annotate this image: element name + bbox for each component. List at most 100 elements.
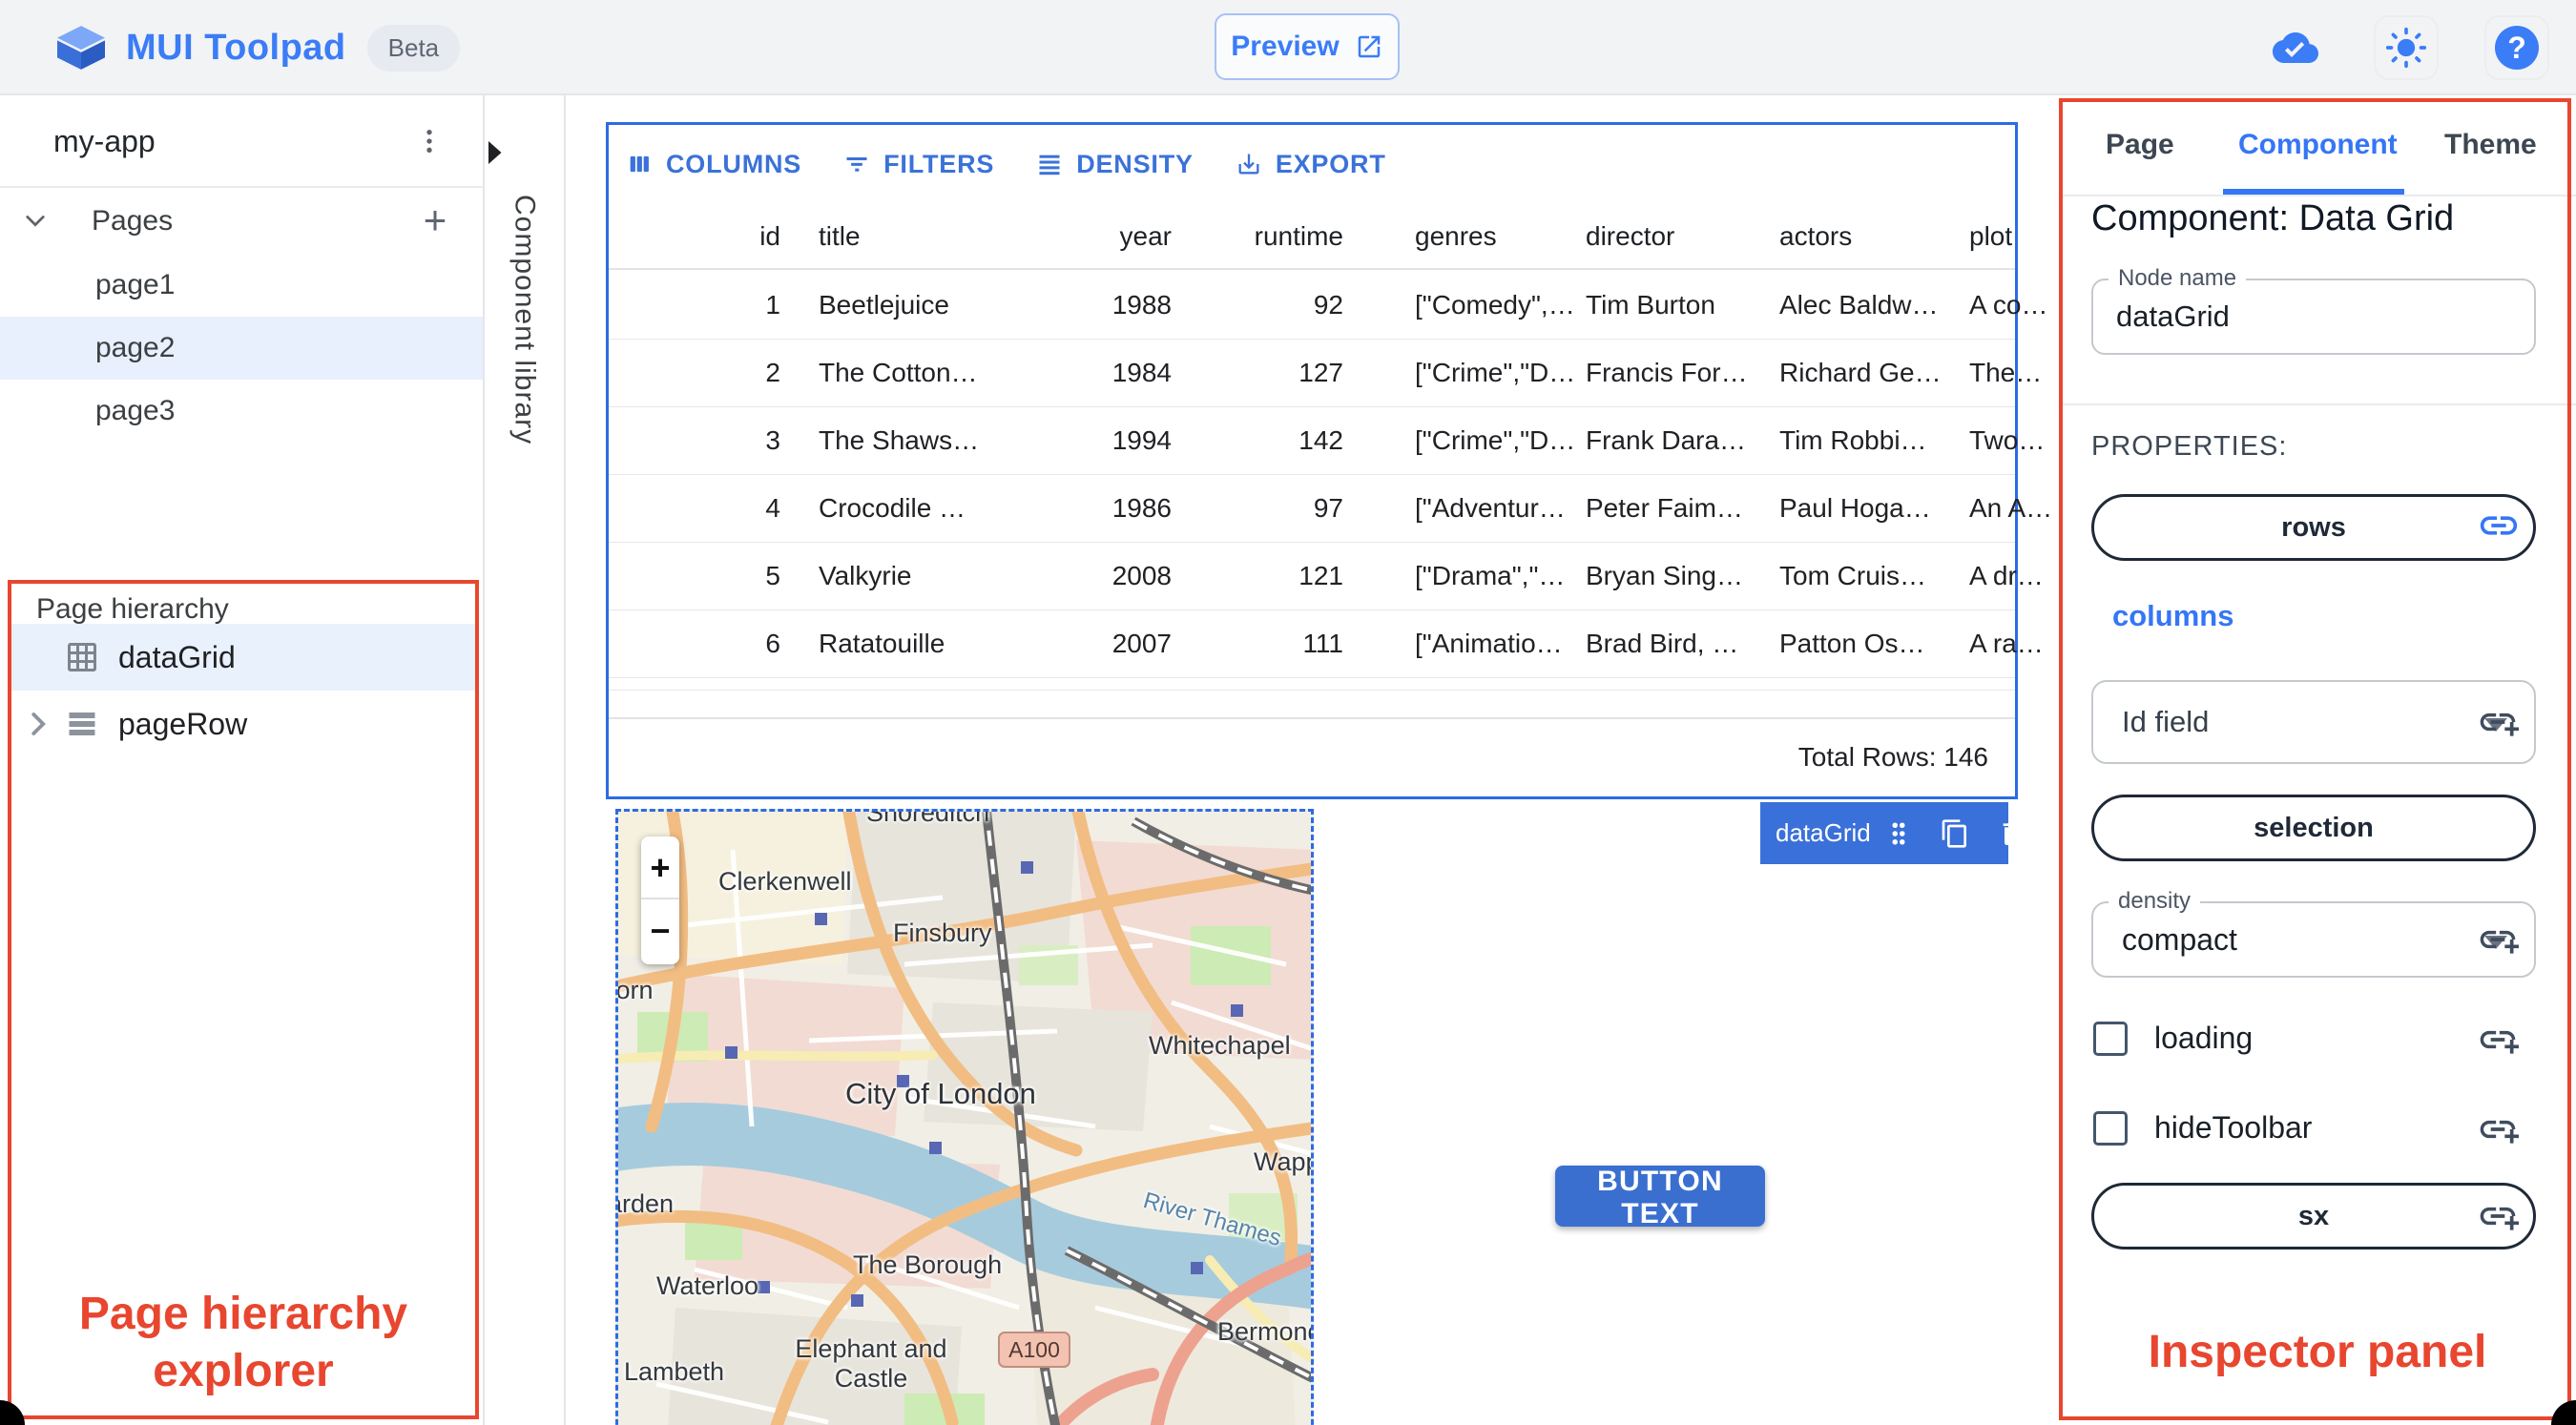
tab-component[interactable]: Component: [2238, 95, 2398, 195]
cell: 1994: [1111, 425, 1172, 455]
data-grid-icon: [65, 640, 99, 674]
density-select[interactable]: density compact: [2091, 888, 2536, 978]
map-label: Shoreditch: [866, 809, 990, 827]
help-button[interactable]: ?: [2484, 15, 2549, 80]
expand-arrow-icon[interactable]: [485, 141, 564, 164]
export-label: EXPORT: [1275, 149, 1386, 178]
table-row[interactable]: 5 Valkyrie 2008 121 ["Drama","… Bryan Sing… To…: [609, 543, 2044, 610]
cell: ["Animatio…: [1415, 629, 1563, 658]
table-row[interactable]: 3 The Shaws… 1994 142 ["Crime","D… Frank Dara…: [609, 407, 2045, 475]
map-label: The Borough: [853, 1250, 1003, 1279]
sidebar-item-page1[interactable]: page1: [0, 254, 483, 317]
hierarchy-item-datagrid[interactable]: dataGrid: [11, 624, 475, 691]
tab-page[interactable]: Page: [2106, 95, 2174, 195]
component-library-label: Component library: [509, 195, 541, 445]
column-header[interactable]: director: [1586, 203, 1765, 270]
app-name-row: my-app: [0, 95, 483, 188]
app-name: my-app: [53, 124, 156, 158]
add-link-icon[interactable]: [2477, 1019, 2519, 1061]
column-header[interactable]: genres: [1415, 203, 1575, 270]
add-link-icon[interactable]: [2477, 1108, 2519, 1150]
map-component[interactable]: Shoreditch Clerkenwell Finsbury Whitecha…: [615, 809, 1314, 1425]
table-row[interactable]: 6 Ratatouille 2007 111 ["Animatio… Brad Bird,…: [609, 610, 2044, 678]
selection-property-button[interactable]: selection: [2091, 795, 2536, 861]
columns-property-link[interactable]: columns: [2112, 599, 2233, 633]
column-header[interactable]: id: [609, 203, 780, 270]
drag-handle-icon[interactable]: [1884, 819, 1913, 848]
sidebar-item-page2[interactable]: page2: [0, 317, 483, 380]
add-link-icon[interactable]: [2477, 1195, 2519, 1237]
map-label: Finsbury: [893, 919, 992, 947]
add-link-icon[interactable]: [2477, 919, 2519, 960]
table-row[interactable]: 1 Beetlejuice 1988 92 ["Comedy",… Tim Burton A…: [609, 272, 2047, 340]
column-header[interactable]: actors: [1779, 203, 1959, 270]
cloud-done-icon[interactable]: [2263, 15, 2328, 80]
export-button[interactable]: EXPORT: [1236, 150, 1386, 179]
columns-label: COLUMNS: [666, 149, 802, 178]
bound-link-icon[interactable]: [2477, 504, 2521, 547]
filters-label: FILTERS: [883, 149, 995, 178]
total-rows-label: Total Rows: 146: [1797, 742, 1988, 772]
columns-button[interactable]: COLUMNS: [626, 150, 801, 179]
filters-button[interactable]: FILTERS: [843, 150, 994, 179]
checkbox-unchecked-icon[interactable]: [2093, 1110, 2128, 1146]
column-header[interactable]: plot: [1969, 203, 2059, 270]
loading-label: loading: [2154, 1021, 2254, 1055]
density-button[interactable]: DENSITY: [1036, 150, 1194, 179]
pages-section-header[interactable]: Pages +: [0, 191, 483, 252]
more-options-icon[interactable]: [410, 122, 448, 160]
map-zoom-control: + −: [641, 836, 679, 964]
add-page-icon[interactable]: +: [414, 200, 456, 242]
cell: 1986: [1111, 493, 1172, 523]
tab-theme[interactable]: Theme: [2444, 95, 2537, 195]
map-label: Garden: [618, 1189, 675, 1218]
duplicate-icon[interactable]: [1940, 818, 1970, 849]
selected-node-chip: dataGrid: [1760, 802, 2022, 864]
cell: 5: [765, 561, 780, 590]
cell: Two…: [1969, 425, 2046, 455]
cell: A ra…: [1969, 629, 2044, 658]
active-tab-indicator: [2223, 189, 2404, 195]
sidebar-item-page3[interactable]: page3: [0, 380, 483, 443]
loading-checkbox-row[interactable]: loading: [2093, 1021, 2253, 1056]
sx-property-button[interactable]: sx: [2091, 1183, 2536, 1249]
map-label: City of London: [845, 1077, 1036, 1110]
cell: Tom Cruis…: [1779, 561, 1927, 590]
column-header[interactable]: runtime: [1181, 203, 1343, 270]
component-library-strip[interactable]: Component library: [485, 95, 566, 1425]
export-icon: [1238, 154, 1259, 175]
rows-property-button[interactable]: rows: [2091, 494, 2536, 561]
table-row[interactable]: 4 Crocodile … 1986 97 ["Adventur… Peter Faim……: [609, 475, 2052, 543]
preview-button[interactable]: Preview: [1215, 13, 1400, 80]
id-field-select[interactable]: Id field: [2091, 680, 2536, 764]
map-label: Clerkenwell: [718, 867, 852, 896]
top-right-actions: ?: [2263, 0, 2549, 95]
cell: 3: [765, 425, 780, 455]
delete-icon[interactable]: [1997, 818, 2027, 849]
selected-node-name: dataGrid: [1776, 818, 1871, 847]
add-link-icon[interactable]: [2477, 701, 2519, 743]
canvas-button-component[interactable]: BUTTON TEXT: [1555, 1166, 1765, 1229]
inspector-panel: Page Component Theme Component: Data Gri…: [2059, 95, 2576, 1425]
checkbox-unchecked-icon[interactable]: [2093, 1021, 2128, 1056]
hierarchy-item-pagerow[interactable]: pageRow: [11, 691, 475, 757]
column-header[interactable]: year: [990, 203, 1172, 270]
datagrid-component[interactable]: COLUMNS FILTERS DENSITY EXPORT id title: [606, 122, 2052, 799]
zoom-out-button[interactable]: −: [641, 899, 679, 962]
cell: Paul Hoga…: [1779, 493, 1931, 523]
cell: Brad Bird, …: [1586, 629, 1739, 658]
app-title: MUI Toolpad: [126, 27, 346, 68]
chevron-right-icon[interactable]: [23, 710, 52, 738]
hidetoolbar-checkbox-row[interactable]: hideToolbar: [2093, 1110, 2312, 1146]
cell: 121: [1298, 561, 1343, 590]
cell: ["Crime","D…: [1415, 358, 1575, 387]
page-hierarchy-annotation: Page hierarchy explorer: [78, 1289, 408, 1396]
zoom-in-button[interactable]: +: [641, 836, 679, 899]
theme-brightness-button[interactable]: [2374, 15, 2439, 80]
cell: Richard Ge…: [1779, 358, 1942, 387]
question-mark-icon: ?: [2495, 26, 2539, 70]
cell: 1: [765, 290, 780, 320]
datagrid-header-row: id title year runtime genres director ac…: [609, 203, 2015, 270]
table-row[interactable]: 2 The Cotton… 1984 127 ["Crime","D… Francis F…: [609, 340, 2042, 407]
node-name-field[interactable]: Node name dataGrid: [2091, 265, 2536, 355]
